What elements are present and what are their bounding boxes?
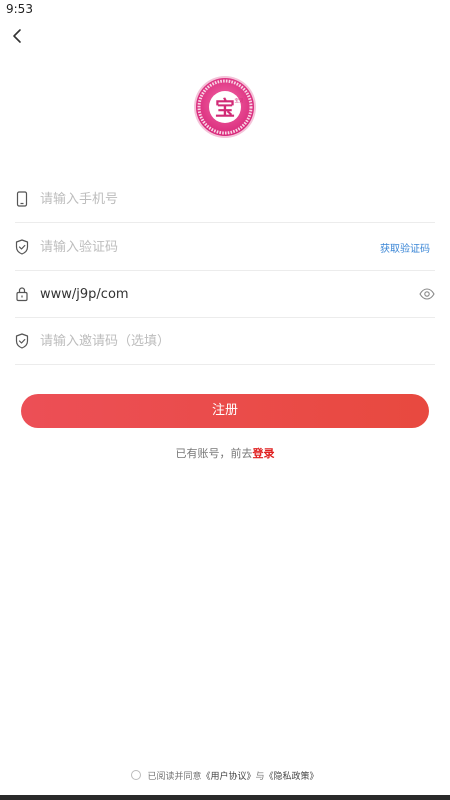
- shield-check-icon: [15, 333, 29, 349]
- verification-code-row: 获取验证码: [15, 224, 435, 271]
- password-row: [15, 271, 435, 318]
- logo-caption: 宝贝: [235, 97, 244, 104]
- logo-glyph: 宝: [215, 96, 235, 120]
- status-bar: 9:53: [0, 0, 450, 20]
- lock-icon: [16, 287, 28, 302]
- bottom-system-bar: [0, 795, 450, 800]
- shield-check-icon: [15, 239, 29, 255]
- app-logo: 宝 宝贝: [193, 75, 257, 139]
- phone-row: [15, 176, 435, 223]
- login-link[interactable]: 登录: [253, 447, 275, 460]
- agreement-row: 已阅读并同意《用户协议》与《隐私政策》: [0, 769, 450, 782]
- verification-code-input[interactable]: [40, 236, 340, 258]
- invite-code-input[interactable]: [40, 330, 370, 352]
- chevron-left-icon: [13, 29, 21, 43]
- login-hint-text: 已有账号，前去: [175, 447, 253, 460]
- privacy-policy-link[interactable]: 《隐私政策》: [265, 772, 319, 782]
- login-hint: 已有账号，前去登录: [0, 445, 450, 461]
- status-time: 9:53: [6, 2, 33, 16]
- back-button[interactable]: [8, 26, 28, 46]
- phone-icon: [16, 191, 28, 207]
- user-agreement-link[interactable]: 《用户协议》: [201, 772, 255, 782]
- register-button[interactable]: 注册: [21, 394, 429, 428]
- eye-icon[interactable]: [419, 287, 435, 301]
- password-input[interactable]: [40, 283, 370, 305]
- get-code-button[interactable]: 获取验证码: [380, 240, 430, 255]
- agreement-and: 与: [255, 772, 265, 782]
- agreement-checkbox[interactable]: [131, 770, 142, 780]
- agreement-text: 已阅读并同意: [147, 772, 202, 782]
- phone-input[interactable]: [40, 188, 370, 210]
- invite-code-row: [15, 318, 435, 365]
